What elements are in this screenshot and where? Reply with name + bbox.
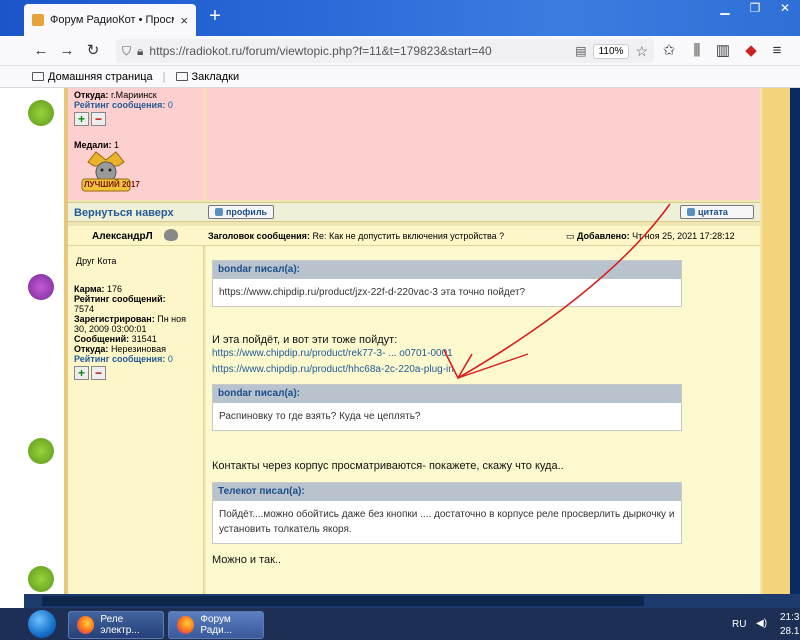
folder-icon (32, 72, 44, 81)
lock-icon[interactable]: 🔒︎ (137, 44, 143, 59)
extension-icon[interactable]: ◆ (738, 39, 764, 63)
folder-icon (175, 72, 188, 81)
reload-icon[interactable]: ↻ (80, 39, 106, 63)
start-button[interactable] (28, 610, 56, 638)
zoom-level[interactable]: 110% (592, 43, 630, 59)
cat-favicon-icon (32, 14, 44, 26)
reader-view-icon[interactable]: ▤ (575, 44, 586, 58)
navigation-bar: ← → ↻ ⛉ 🔒︎ https://radiokot.ru/forum/vie… (0, 36, 800, 66)
firefox-icon (77, 616, 95, 634)
back-icon[interactable]: ← (28, 39, 54, 63)
taskbar-item-relay[interactable]: Реле электр... (68, 611, 164, 639)
address-bar[interactable]: ⛉ 🔒︎ https://radiokot.ru/forum/viewtopic… (116, 39, 654, 63)
bookmarks-bar: Домашняя страница | Закладки (0, 66, 800, 88)
horizontal-scrollbar[interactable] (24, 594, 800, 608)
firefox-icon (177, 616, 195, 634)
volume-icon[interactable]: ◀) (756, 618, 767, 629)
bookmark-label: Домашняя страница (48, 70, 153, 83)
close-window-icon[interactable]: ✕ (770, 0, 800, 18)
forward-icon[interactable]: → (54, 39, 80, 63)
taskbar-item-forum[interactable]: Форум Ради... (168, 611, 264, 639)
tab-forum[interactable]: Форум РадиоКот • Просмотр × (24, 4, 196, 36)
system-tray: RU ◀) 21:3 28.1 (724, 610, 800, 640)
browser-tab-bar: Форум РадиоКот • Просмотр × + ▁ ❐ ✕ (0, 0, 800, 36)
sidebar-icon[interactable]: ▥ (710, 39, 736, 63)
vertical-scrollbar[interactable] (790, 88, 800, 594)
menu-icon[interactable]: ≡ (764, 39, 790, 63)
language-indicator[interactable]: RU (732, 619, 746, 630)
url-text[interactable]: https://radiokot.ru/forum/viewtopic.php?… (149, 44, 569, 58)
tab-title: Форум РадиоКот • Просмотр (50, 14, 174, 26)
library-icon[interactable]: ⫼ (684, 39, 710, 63)
task-label: Форум Ради... (200, 614, 233, 636)
task-label: Реле электр... (100, 614, 140, 636)
pocket-icon[interactable]: ✩ (656, 39, 682, 63)
maximize-icon[interactable]: ❐ (740, 0, 770, 18)
clock-time[interactable]: 21:3 (780, 612, 799, 623)
scroll-thumb[interactable] (42, 596, 644, 606)
minimize-icon[interactable]: ▁ (710, 0, 740, 18)
annotation-arrow (443, 203, 671, 380)
forum-page: Откуда: г.Мариинск Рейтинг сообщения: 0 … (24, 88, 800, 594)
close-tab-icon[interactable]: × (180, 13, 188, 28)
shield-icon[interactable]: ⛉ (122, 44, 131, 59)
clock-date[interactable]: 28.1 (780, 626, 799, 637)
bookmark-star-icon[interactable]: ☆ (635, 43, 648, 60)
bookmark-label: Закладки (191, 70, 240, 83)
new-tab-button[interactable]: + (204, 6, 226, 28)
bookmark-home[interactable]: Домашняя страница (32, 71, 153, 83)
bookmark-bookmarks[interactable]: Закладки (175, 70, 240, 83)
